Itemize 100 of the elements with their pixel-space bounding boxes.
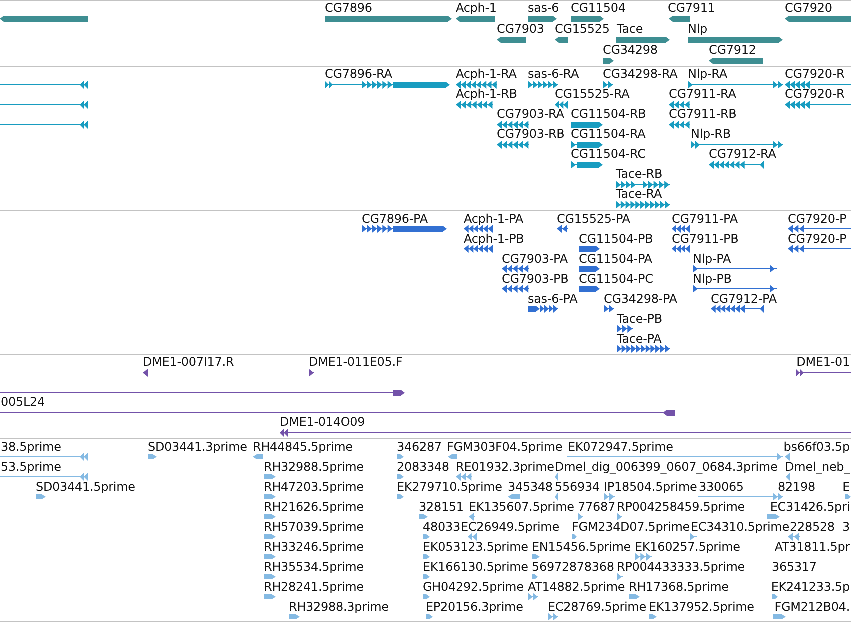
feature-label: CG7896-RA [325,67,392,81]
feature-label: EK053123.5prime [423,540,528,554]
feature-label: FGM212B04. [774,600,850,614]
feature-label: Acph-1-RA [456,67,517,81]
feature-label: Tace-RB [616,167,663,181]
feature-label: RH47203.5prime [264,480,364,494]
feature-label: bs66f03.5p [784,440,850,454]
feature-label: CG7911-RA [669,87,736,101]
feature-label: CG7912 [709,43,756,57]
feature-label: CG7896-PA [362,212,428,226]
feature-label: DME1-01 [796,355,850,369]
feature-label: CG11504-PC [579,272,654,286]
feature-label: CG7903-PB [502,272,569,286]
feature-label: EK137952.5prime [649,600,754,614]
feature-label: EK241233.5p [771,580,850,594]
feature-label: CG7911-PA [672,212,738,226]
feature-label: Nlp-PB [693,272,732,286]
feature-label: 556934 [555,480,600,494]
feature-label: 3 [842,520,850,534]
feature-label: CG11504-RA [571,127,646,141]
feature-label: CG7903 [497,22,544,36]
feature-label: EK160257.5prime [635,540,740,554]
feature-label: CG7920-R [785,67,845,81]
feature-label: CG7911-RB [669,107,737,121]
feature-label: CG7912-PA [711,292,777,306]
feature-label: RH35534.5prime [264,560,364,574]
feature-label: EP20156.3prime [426,600,524,614]
feature-label: DME1-014O09 [280,415,366,429]
feature-label: 330065 [699,480,744,494]
feature-label: 38.5prime [1,440,62,454]
feature-label: EC31426.5pri [770,500,850,514]
feature-label: RP004433333.5prime [617,560,745,574]
feature-label: CG7896 [325,1,372,15]
feature-label: EC34310.5prime [691,520,790,534]
feature-label: sas-6-RA [528,67,580,81]
feature-label: CG34298-RA [603,67,678,81]
feature-label: EK135607.5prime [469,500,574,514]
feature-label: sas-6-PA [528,292,578,306]
feature-label: RH21626.5prime [264,500,364,514]
feature-label: CG7920-P [788,212,847,226]
feature-label: CG7920 [785,1,832,15]
feature-label: EK279710.5prime [397,480,502,494]
feature-label: FGM303F04.5prime [447,440,563,454]
feature-label: EK072947.5prime [568,440,674,454]
feature-label: 228528 [790,520,835,534]
feature-label: CG7903-RB [497,127,565,141]
feature-label: RH32988.3prime [289,600,389,614]
feature-label: 365317 [772,560,817,574]
feature-label: 77687 [578,500,616,514]
feature-label: AT31811.5pr [774,540,850,554]
feature-label: CG7911 [668,1,716,15]
feature-label: CG7911-PB [672,232,739,246]
feature-label: EN15456.5prime [532,540,632,554]
feature-label: Nlp-RB [691,127,731,141]
feature-label: Acph-1-PA [464,212,524,226]
feature-label: Dmel_dig_006399_0607_0684.3prime [555,460,778,474]
feature-label: RH44845.5prime [253,440,353,454]
feature-label: Dmel_neb_ [785,460,850,474]
feature-label: EC26949.5prime [461,520,560,534]
feature-label: RP004258459.5prime [617,500,745,514]
feature-label: 328151 [419,500,464,514]
feature-label: GH04292.5prime [423,580,524,594]
feature-label: Tace-PA [617,332,662,346]
feature-label: sas-6 [528,1,560,15]
feature-label: SD03441.3prime [148,440,248,454]
feature-label: IP18504.5prime [604,480,698,494]
feature-label: 82198 [778,480,816,494]
feature-label: CG15525-PA [557,212,630,226]
feature-label: CG7903-RA [497,107,564,121]
feature-label: CG7920-R [785,87,845,101]
feature-label: CG7920-P [788,232,847,246]
feature-label: 56972878368 [532,560,614,574]
feature-label: Nlp [688,22,708,36]
feature-label: E [842,480,850,494]
feature-label: CG11504-RC [571,147,646,161]
feature-label: Nlp-RA [688,67,728,81]
feature-label: 005L24 [1,395,45,409]
feature-label: 48033 [423,520,460,534]
feature-label: FGM234D07.5prime [572,520,690,534]
feature-label: EC28769.5prime [548,600,646,614]
feature-label: RE01932.3prime [456,460,554,474]
feature-label: RH32988.5prime [264,460,364,474]
feature-label: EK166130.5prime [423,560,528,574]
feature-label: CG11504 [571,1,626,15]
feature-label: RH57039.5prime [264,520,364,534]
feature-label: CG11504-PA [579,252,652,266]
feature-label: CG7912-RA [709,147,776,161]
feature-label: Nlp-PA [693,252,732,266]
feature-label: RH28241.5prime [264,580,364,594]
feature-label: CG11504-RB [571,107,646,121]
feature-label: CG7903-PA [502,252,568,266]
feature-label: Tace-RA [616,187,662,201]
feature-label: Tace [617,22,644,36]
feature-label: Acph-1 [456,1,497,15]
feature-label: Acph-1-RB [456,87,518,101]
feature-label: DME1-007I17.R [143,355,234,369]
feature-label: SD03441.5prime [36,480,136,494]
feature-label: CG34298 [603,43,658,57]
feature-label: RH17368.5prime [629,580,729,594]
feature-label: CG11504-PB [579,232,654,246]
